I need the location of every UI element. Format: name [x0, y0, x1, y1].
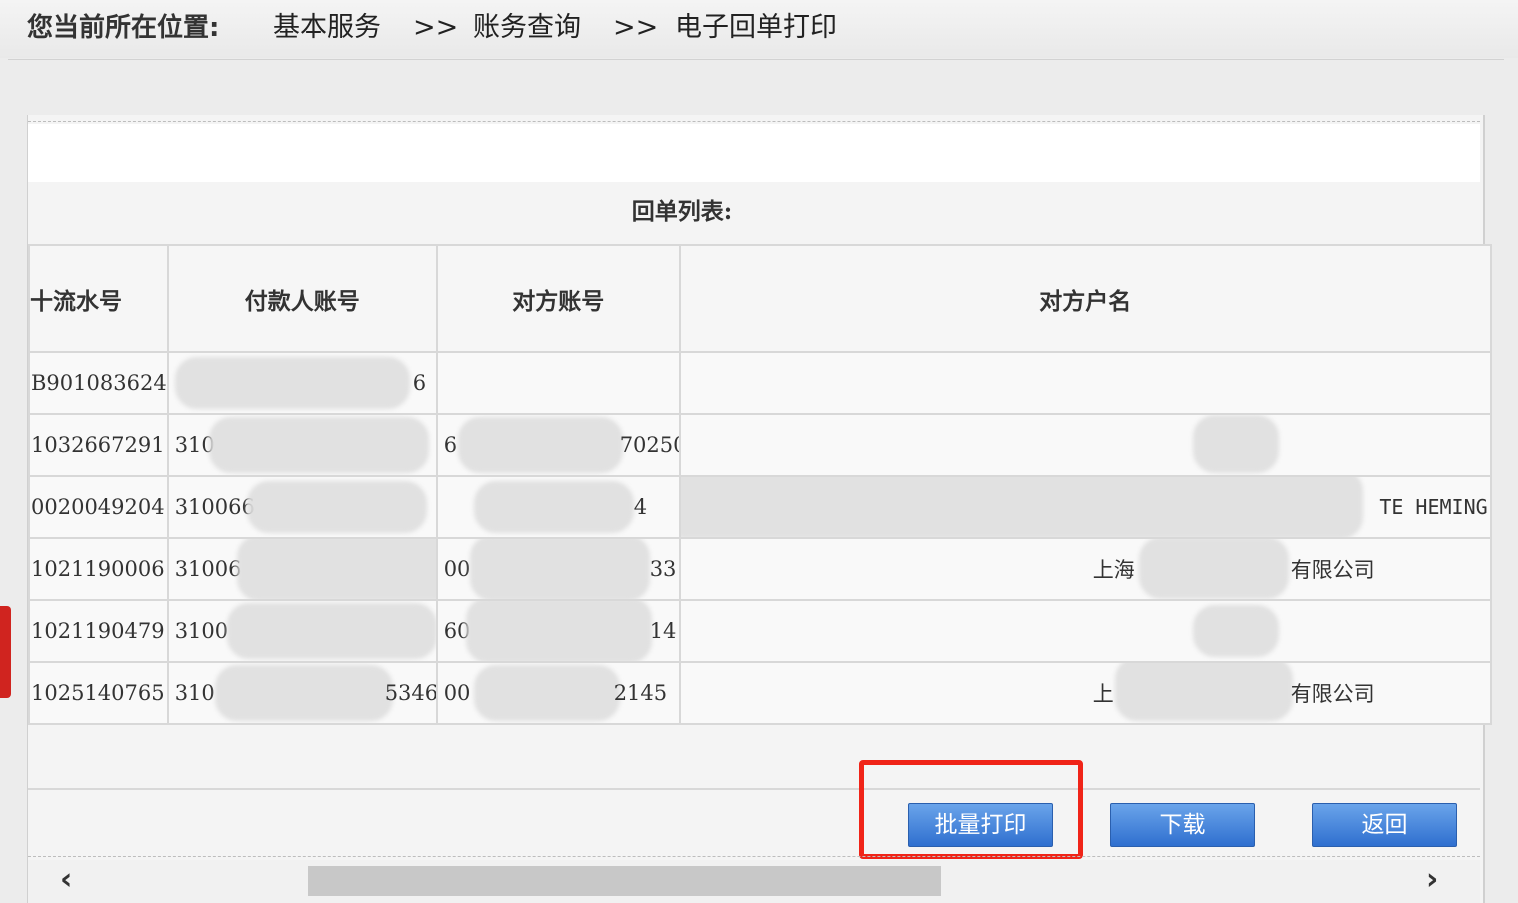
- cell-payer-account: 3100: [166, 599, 438, 663]
- redaction-blur: [174, 357, 410, 409]
- cell-payer-account: 6: [166, 351, 438, 415]
- breadcrumb-item-basic-service[interactable]: 基本服务: [273, 10, 381, 46]
- divider: [28, 121, 1480, 122]
- cell-payer-account: 310 5346: [166, 661, 438, 725]
- cell-counter-name: [678, 599, 1492, 663]
- cell-serial: 0020049204: [28, 475, 169, 539]
- redaction-blur: [236, 540, 435, 598]
- redaction-blur: [457, 417, 623, 473]
- divider: [28, 788, 1480, 790]
- scroll-left-icon[interactable]: ‹: [60, 864, 72, 896]
- breadcrumb-separator: >>: [613, 12, 659, 43]
- redaction-blur: [208, 417, 429, 473]
- cell-counter-account: 6 70250: [435, 413, 681, 477]
- cell-counter-account: 00 33: [435, 537, 681, 601]
- cell-counter-name: [678, 413, 1492, 477]
- column-header-serial[interactable]: 十流水号: [28, 244, 169, 353]
- redaction-blur: [1138, 540, 1289, 598]
- cell-payer-account: 31006: [166, 537, 438, 601]
- scroll-right-icon[interactable]: ›: [1426, 864, 1438, 896]
- column-header-payer-account[interactable]: 付款人账号: [166, 244, 438, 353]
- redaction-blur: [1192, 416, 1279, 473]
- redaction-blur: [1192, 605, 1279, 657]
- cell-counter-account: [435, 351, 681, 415]
- cell-counter-name: [678, 351, 1492, 415]
- cell-counter-account: 60 14: [435, 599, 681, 663]
- table-header-row: 十流水号 付款人账号 对方账号 对方户名: [28, 244, 1492, 353]
- table-row[interactable]: B901083624 6: [28, 351, 1492, 415]
- cell-counter-name: TE HEMING: [678, 475, 1492, 539]
- cell-serial: 1032667291: [28, 413, 169, 477]
- redaction-blur: [473, 665, 620, 721]
- panel-header-strip: [28, 124, 1480, 182]
- divider: [8, 59, 1504, 60]
- redaction-blur: [1114, 664, 1293, 721]
- receipt-list-title-text: 回单列表:: [631, 198, 733, 225]
- cell-counter-name: 上 有限公司: [678, 661, 1492, 725]
- breadcrumb-item-e-receipt-print: 电子回单打印: [675, 12, 837, 43]
- cell-serial: 1021190006: [28, 537, 169, 601]
- cell-counter-account: 4: [435, 475, 681, 539]
- table-row[interactable]: 1032667291 310 6 70250: [28, 413, 1492, 477]
- redaction-blur: [246, 481, 427, 533]
- cell-serial: 1021190479: [28, 599, 169, 663]
- redaction-blur: [473, 481, 634, 533]
- divider: [28, 856, 1480, 857]
- receipt-list-title: 回单列表:: [28, 190, 1518, 234]
- cell-payer-account: 310: [166, 413, 438, 477]
- redaction-blur: [465, 602, 652, 660]
- cell-counter-account: 00 2145: [435, 661, 681, 725]
- cell-serial: 1025140765: [28, 661, 169, 725]
- column-header-counter-account[interactable]: 对方账号: [435, 244, 681, 353]
- back-button[interactable]: 返回: [1312, 803, 1457, 847]
- side-floating-tab[interactable]: [0, 606, 11, 698]
- breadcrumb: 您当前所在位置: 基本服务 >> 账务查询 >> 电子回单打印: [0, 0, 1518, 58]
- redaction-blur: [681, 478, 1363, 536]
- redaction-blur: [214, 665, 393, 721]
- cell-serial: B901083624: [28, 351, 169, 415]
- breadcrumb-label: 您当前所在位置:: [27, 13, 220, 43]
- cell-counter-name: 上海 有限公司: [678, 537, 1492, 601]
- receipt-table: 十流水号 付款人账号 对方账号 对方户名 B901083624 6 103266…: [28, 244, 1492, 725]
- table-row[interactable]: 0020049204 310066 4 TE HEMING: [28, 475, 1492, 539]
- annotation-highlight-box: [859, 760, 1083, 859]
- table-row[interactable]: 1021190006 31006 00 33 上海 有限公司: [28, 537, 1492, 601]
- table-row[interactable]: 1021190479 3100 60 14: [28, 599, 1492, 663]
- breadcrumb-separator: >>: [413, 12, 459, 43]
- scrollbar-thumb[interactable]: [308, 866, 941, 896]
- breadcrumb-item-account-query[interactable]: 账务查询: [473, 10, 581, 46]
- download-button[interactable]: 下载: [1110, 803, 1255, 847]
- redaction-blur: [226, 603, 435, 659]
- cell-payer-account: 310066: [166, 475, 438, 539]
- redaction-blur: [469, 540, 650, 598]
- table-row[interactable]: 1025140765 310 5346 00 2145 上 有限公司: [28, 661, 1492, 725]
- column-header-counter-name[interactable]: 对方户名: [678, 244, 1492, 353]
